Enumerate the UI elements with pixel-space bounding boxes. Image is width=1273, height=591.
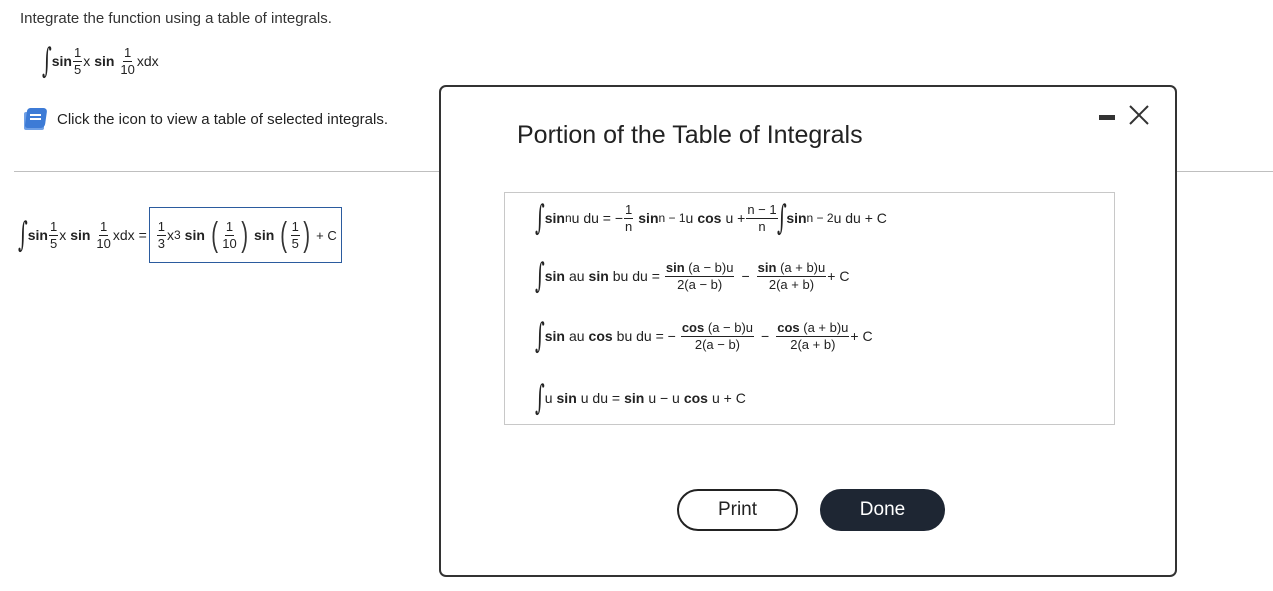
- table-row: ∫ sin au sin bu du = sin (a − b)u 2(a − b…: [534, 256, 850, 296]
- done-button[interactable]: Done: [820, 489, 945, 531]
- table-hint: Click the icon to view a table of select…: [24, 108, 388, 130]
- fraction: 1 10: [120, 44, 135, 77]
- close-icon[interactable]: [1125, 101, 1153, 129]
- minimize-icon[interactable]: [1099, 115, 1115, 120]
- integral-sign: ∫: [17, 215, 28, 255]
- book-icon[interactable]: [24, 108, 48, 130]
- instruction-text: Integrate the function using a table of …: [20, 10, 332, 27]
- dialog-title: Portion of the Table of Integrals: [517, 121, 863, 149]
- answer-box[interactable]: 13 x3 sin (1 10) sin (1 5) + C: [148, 207, 342, 263]
- coefficient-fraction: 13: [156, 218, 166, 251]
- fraction: 15: [48, 218, 59, 251]
- integral-sign: ∫: [41, 41, 52, 81]
- parenthesized-fraction: (1 10): [211, 216, 248, 254]
- problem-expression: ∫ sin 15 x sin 1 10 xdx: [41, 41, 159, 81]
- table-row: ∫ u sin u du = sin u − u cos u + C: [534, 378, 746, 418]
- fraction: 15: [72, 44, 83, 77]
- sin-text: sin: [94, 53, 115, 69]
- integrals-table: ∫ sin n u du = − 1n sin n − 1 u cos u + n …: [504, 192, 1115, 425]
- fraction: 1 10: [96, 218, 111, 251]
- table-row: ∫ sin au cos bu du = − cos (a − b)u 2(a −…: [534, 316, 873, 356]
- sin-text: sin: [51, 53, 72, 69]
- integrals-table-dialog: Portion of the Table of Integrals ∫ sin n…: [439, 85, 1177, 577]
- answer-expression: ∫ sin 15 x sin 1 10 xdx = 13 x3 sin (1 10)…: [17, 207, 342, 263]
- table-row: ∫ sin n u du = − 1n sin n − 1 u cos u + n …: [534, 198, 887, 238]
- print-button[interactable]: Print: [677, 489, 798, 531]
- hint-text: Click the icon to view a table of select…: [57, 110, 389, 128]
- parenthesized-fraction: (1 5): [280, 216, 310, 254]
